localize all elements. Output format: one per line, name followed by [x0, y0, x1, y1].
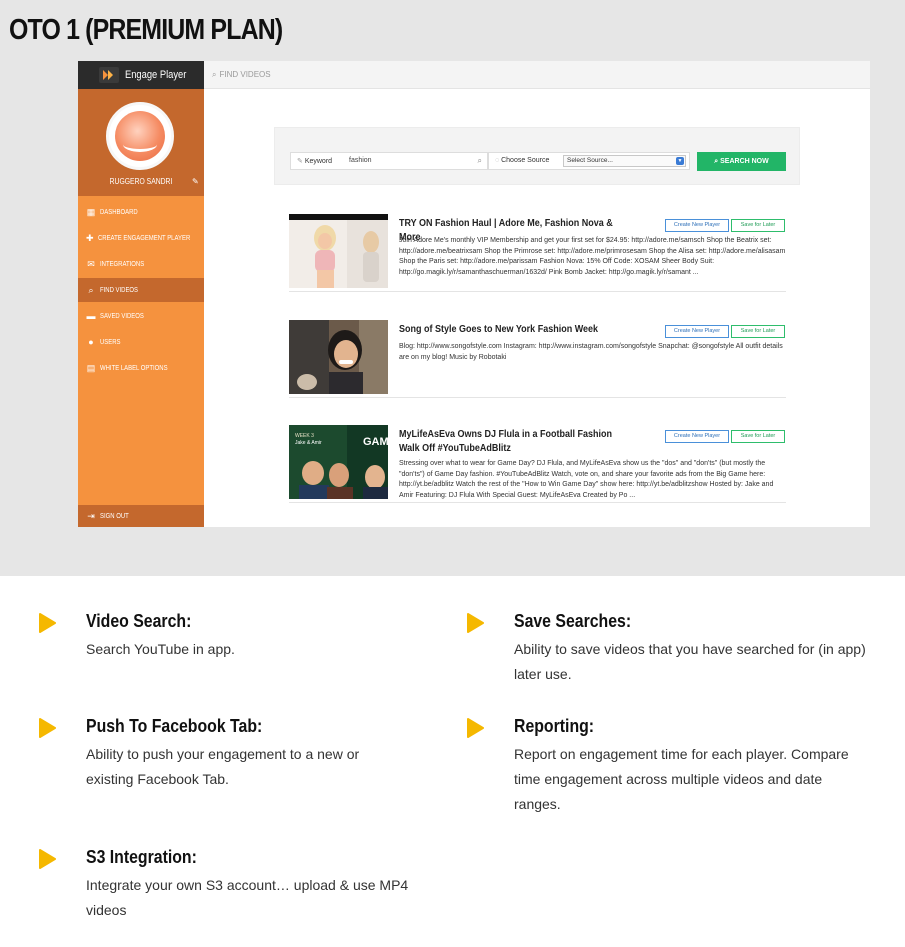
feature-description: Integrate your own S3 account… upload & …	[86, 877, 409, 918]
sidebar-item-saved-videos[interactable]: ▬ SAVED VIDEOS	[78, 304, 204, 328]
app-screenshot: Engage Player RUGGERO SANDRI ✎ ▦ DASHBOA…	[78, 61, 870, 527]
video-thumbnail[interactable]	[289, 214, 388, 288]
sidebar-item-label: USERS	[100, 338, 121, 346]
logo-bar: Engage Player	[78, 61, 204, 89]
profile-card: RUGGERO SANDRI ✎	[78, 89, 204, 196]
sidebar-item-label: DASHBOARD	[100, 208, 138, 216]
feature-description: Report on engagement time for each playe…	[514, 746, 849, 812]
save-for-later-button[interactable]: Save for Later	[731, 325, 785, 338]
sidebar-item-dashboard[interactable]: ▦ DASHBOARD	[78, 200, 204, 224]
page-title: OTO 1 (PREMIUM PLAN)	[9, 14, 283, 46]
search-icon: ⌕	[88, 284, 94, 295]
breadcrumb: ⌕ FIND VIDEOS	[212, 70, 271, 80]
topbar: ⌕ FIND VIDEOS	[204, 61, 870, 89]
keyword-field[interactable]: ✎ Keyword fashion ⌕	[290, 152, 488, 170]
sidebar-item-create-engagement-player[interactable]: ✚ CREATE ENGAGEMENT PLAYER	[78, 226, 204, 250]
result-description: Join Adore Me's monthly VIP Membership a…	[399, 237, 786, 276]
list-item: TRY ON Fashion Haul | Adore Me, Fashion …	[289, 214, 786, 292]
result-description: Stressing over what to wear for Game Day…	[399, 460, 774, 499]
feature-title: S3 Integration:	[86, 847, 197, 867]
create-new-player-button[interactable]: Create New Player	[665, 219, 729, 232]
result-title[interactable]: MyLifeAsEva Owns DJ Flula in a Football …	[399, 428, 633, 456]
search-icon[interactable]: ⌕	[478, 156, 482, 166]
search-panel: ✎ Keyword fashion ⌕ ◌ Choose Source Sele…	[274, 127, 800, 185]
logout-icon: ⇥	[87, 510, 95, 521]
play-arrow-icon	[467, 718, 484, 738]
search-now-label: SEARCH NOW	[720, 158, 769, 165]
feature-title: Video Search:	[86, 611, 192, 631]
profile-name: RUGGERO SANDRI	[109, 177, 173, 186]
folder-icon: ▬	[86, 311, 96, 321]
topbar-label: FIND VIDEOS	[219, 70, 271, 79]
feature-title: Push To Facebook Tab:	[86, 716, 263, 736]
result-description: Blog: http://www.songofstyle.com Instagr…	[399, 343, 783, 361]
source-select[interactable]: Select Source... ▼	[563, 155, 686, 167]
save-for-later-button[interactable]: Save for Later	[731, 430, 785, 443]
search-now-button[interactable]: ⌕ SEARCH NOW	[697, 152, 786, 171]
keyword-input[interactable]: fashion	[349, 157, 372, 164]
feature-description: Search YouTube in app.	[86, 641, 235, 657]
logo-text: Engage Player	[125, 69, 187, 81]
sign-out-button[interactable]: ⇥ SIGN OUT	[78, 505, 204, 527]
create-new-player-button[interactable]: Create New Player	[665, 430, 729, 443]
search-icon: ⌕	[212, 70, 217, 79]
feature-title: Save Searches:	[514, 611, 632, 631]
sidebar: Engage Player RUGGERO SANDRI ✎ ▦ DASHBOA…	[78, 61, 204, 527]
play-arrow-icon	[467, 613, 484, 633]
sidebar-item-label: SAVED VIDEOS	[100, 312, 144, 320]
source-field: ◌ Choose Source Select Source... ▼	[488, 152, 690, 170]
mail-icon: ✉	[87, 258, 95, 269]
result-title[interactable]: Song of Style Goes to New York Fashion W…	[399, 323, 633, 337]
sidebar-item-white-label-options[interactable]: ▤ WHITE LABEL OPTIONS	[78, 356, 204, 380]
play-arrow-icon	[39, 613, 56, 633]
feature-title: Reporting:	[514, 716, 595, 736]
list-item: GAM WEEK 3 Jake & Amir MyLifeAsEva Owns …	[289, 425, 786, 503]
play-arrow-icon	[39, 849, 56, 869]
sign-out-label: SIGN OUT	[100, 512, 129, 520]
sidebar-item-label: WHITE LABEL OPTIONS	[100, 364, 168, 372]
list-item: Song of Style Goes to New York Fashion W…	[289, 320, 786, 398]
sidebar-item-label: INTEGRATIONS	[100, 260, 145, 268]
sidebar-item-integrations[interactable]: ✉ INTEGRATIONS	[78, 252, 204, 276]
play-arrow-icon	[39, 718, 56, 738]
save-for-later-button[interactable]: Save for Later	[731, 219, 785, 232]
sidebar-item-label: CREATE ENGAGEMENT PLAYER	[97, 234, 190, 242]
feature-description: Ability to save videos that you have sea…	[514, 641, 866, 682]
video-thumbnail[interactable]: GAM WEEK 3 Jake & Amir	[289, 425, 388, 499]
users-icon: ●	[88, 337, 94, 347]
logo-icon	[99, 67, 119, 83]
video-thumbnail[interactable]	[289, 320, 388, 394]
keyword-label: ✎ Keyword	[297, 158, 333, 165]
svg-text:Jake & Amir: Jake & Amir	[295, 440, 322, 446]
avatar	[106, 102, 174, 170]
sidebar-item-label: FIND VIDEOS	[100, 286, 139, 294]
sidebar-item-users[interactable]: ● USERS	[78, 330, 204, 354]
sidebar-item-find-videos[interactable]: ⌕ FIND VIDEOS	[78, 278, 204, 302]
pencil-icon[interactable]: ✎	[192, 177, 199, 186]
chevron-down-icon: ▼	[676, 157, 684, 165]
grid-icon: ▦	[86, 206, 96, 217]
svg-text:GAM: GAM	[363, 436, 388, 448]
tag-icon: ✎	[297, 158, 305, 165]
plus-icon: ✚	[86, 232, 94, 243]
svg-text:WEEK 3: WEEK 3	[295, 433, 314, 439]
document-icon: ▤	[86, 362, 96, 373]
source-select-value: Select Source...	[567, 157, 613, 164]
feature-description: Ability to push your engagement to a new…	[86, 746, 360, 787]
create-new-player-button[interactable]: Create New Player	[665, 325, 729, 338]
source-label: ◌ Choose Source	[495, 157, 550, 164]
